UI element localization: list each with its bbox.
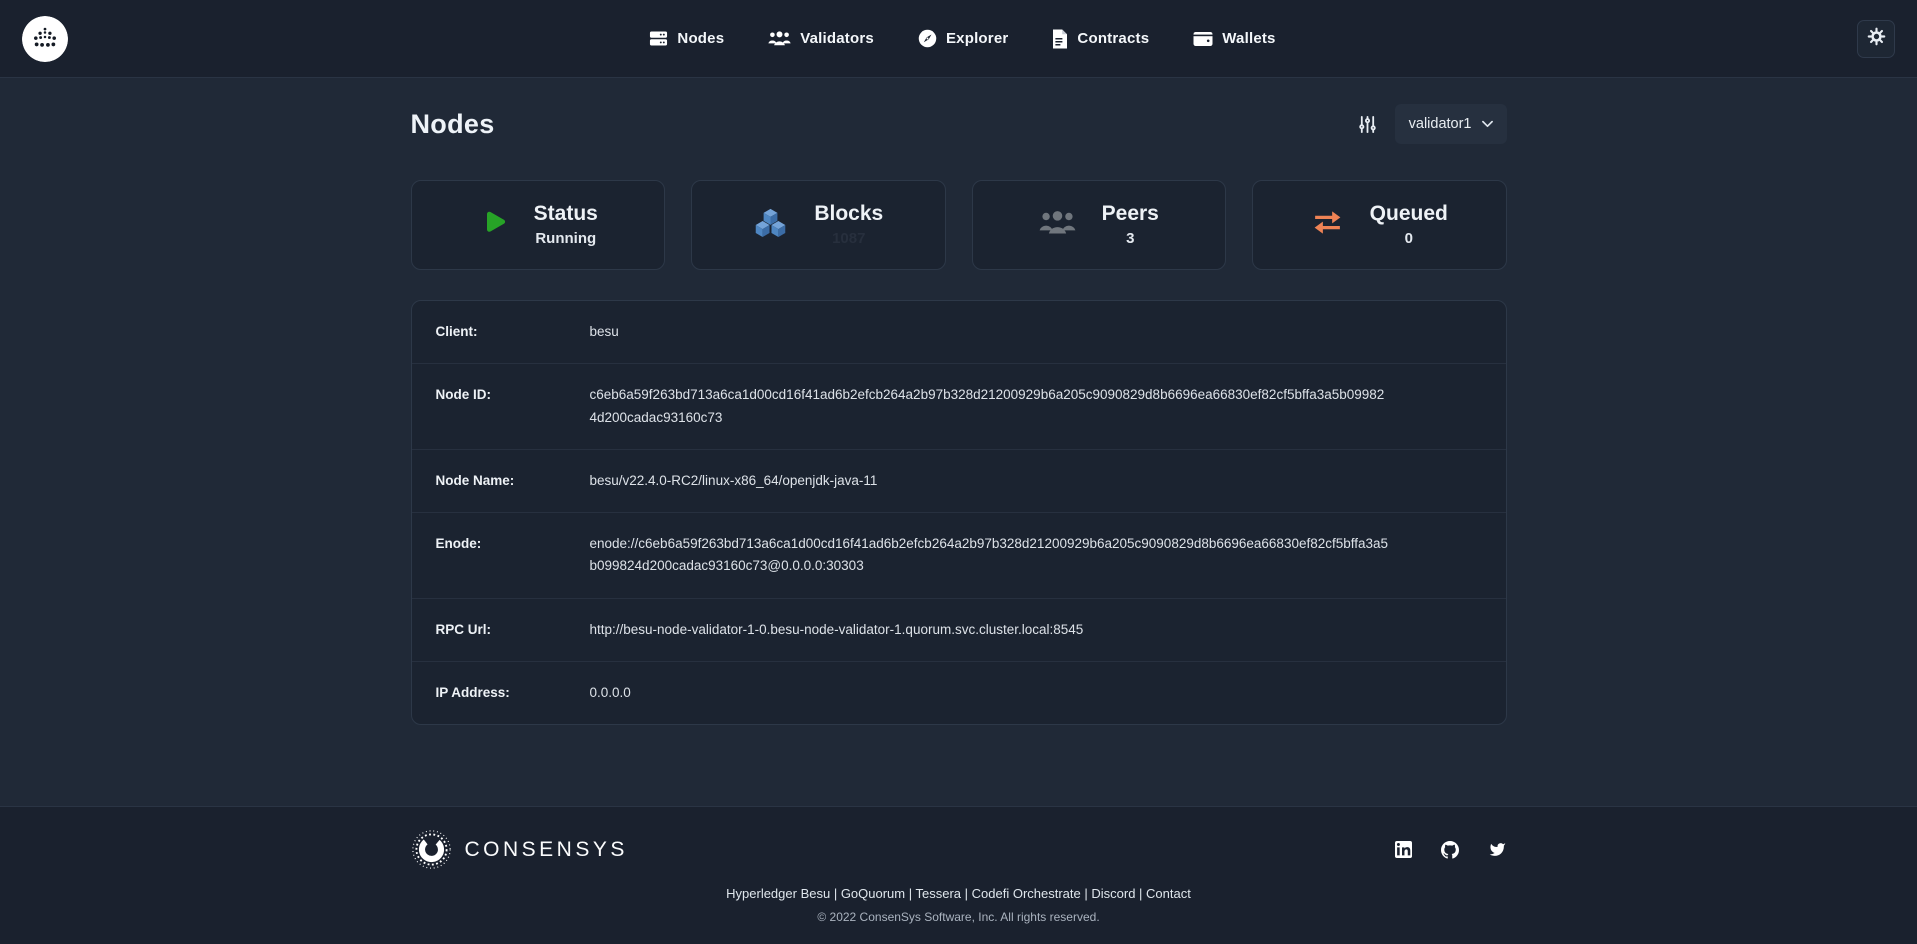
users-icon	[768, 30, 791, 47]
stat-value: 3	[1102, 228, 1159, 251]
consensys-wordmark: CONSENSYS	[465, 838, 628, 862]
settings-button[interactable]	[1857, 20, 1895, 58]
gear-icon	[1867, 27, 1886, 51]
consensys-swirl-icon	[411, 829, 452, 870]
node-selector-dropdown[interactable]: validator1	[1395, 104, 1507, 144]
compass-icon	[918, 29, 937, 48]
twitter-icon[interactable]	[1488, 841, 1507, 858]
table-row-rpc-url: RPC Url: http://besu-node-validator-1-0.…	[412, 598, 1506, 661]
quorum-logo[interactable]	[22, 16, 68, 62]
stat-cards: Status Running Blocks 1087	[411, 180, 1507, 270]
stat-card-queued: Queued 0	[1252, 180, 1507, 270]
play-icon	[478, 208, 508, 243]
row-value: enode://c6eb6a59f263bd713a6ca1d00cd16f41…	[590, 533, 1390, 578]
peers-icon	[1039, 209, 1076, 241]
stat-value: Running	[534, 228, 598, 251]
row-label: RPC Url:	[436, 619, 590, 641]
stat-card-peers: Peers 3	[972, 180, 1227, 270]
nav-item-nodes[interactable]: Nodes	[649, 29, 724, 48]
node-details-table: Client: besu Node ID: c6eb6a59f263bd713a…	[411, 300, 1507, 725]
page-footer: CONSENSYS Hyperledger Besu | GoQuorum | …	[0, 806, 1917, 944]
chevron-down-icon	[1482, 116, 1493, 132]
stat-card-status: Status Running	[411, 180, 666, 270]
stat-value: 0	[1370, 228, 1448, 251]
row-value: besu/v22.4.0-RC2/linux-x86_64/openjdk-ja…	[590, 470, 1390, 492]
top-navbar: Nodes Validators Explorer Contracts Wall…	[0, 0, 1917, 78]
copyright-text: © 2022 ConsenSys Software, Inc. All righ…	[0, 910, 1917, 924]
nav-label: Nodes	[677, 30, 724, 47]
footer-link[interactable]: Discord	[1091, 886, 1135, 901]
nav-label: Validators	[800, 30, 874, 47]
filter-sliders-icon[interactable]	[1358, 115, 1377, 134]
stat-label: Blocks	[814, 200, 883, 228]
nav-item-wallets[interactable]: Wallets	[1193, 30, 1275, 47]
row-value: c6eb6a59f263bd713a6ca1d00cd16f41ad6b2efc…	[590, 384, 1390, 429]
social-links	[1395, 841, 1507, 859]
github-icon[interactable]	[1441, 841, 1459, 859]
stat-label: Status	[534, 200, 598, 228]
row-value: besu	[590, 321, 1390, 343]
stat-card-blocks: Blocks 1087	[691, 180, 946, 270]
node-selector-value: validator1	[1409, 116, 1472, 132]
footer-link[interactable]: Contact	[1146, 886, 1191, 901]
row-label: Node ID:	[436, 384, 590, 406]
wallet-icon	[1193, 31, 1213, 47]
row-value: http://besu-node-validator-1-0.besu-node…	[590, 619, 1390, 641]
row-label: Node Name:	[436, 470, 590, 492]
footer-link[interactable]: Hyperledger Besu	[726, 886, 830, 901]
table-row-enode: Enode: enode://c6eb6a59f263bd713a6ca1d00…	[412, 512, 1506, 598]
row-value: 0.0.0.0	[590, 682, 1390, 704]
stat-label: Queued	[1370, 200, 1448, 228]
footer-links: Hyperledger Besu | GoQuorum | Tessera | …	[0, 886, 1917, 901]
table-row-node-name: Node Name: besu/v22.4.0-RC2/linux-x86_64…	[412, 449, 1506, 512]
exchange-arrows-icon	[1311, 210, 1344, 240]
table-row-client: Client: besu	[412, 301, 1506, 363]
stat-label: Peers	[1102, 200, 1159, 228]
table-row-node-id: Node ID: c6eb6a59f263bd713a6ca1d00cd16f4…	[412, 363, 1506, 449]
nav-item-contracts[interactable]: Contracts	[1052, 29, 1149, 49]
footer-link[interactable]: Tessera	[916, 886, 962, 901]
row-label: Enode:	[436, 533, 590, 555]
nav-label: Explorer	[946, 30, 1008, 47]
nav-item-validators[interactable]: Validators	[768, 30, 874, 47]
main-nav: Nodes Validators Explorer Contracts Wall…	[68, 29, 1857, 49]
table-row-ip-address: IP Address: 0.0.0.0	[412, 661, 1506, 724]
nav-label: Wallets	[1222, 30, 1275, 47]
linkedin-icon[interactable]	[1395, 841, 1412, 858]
row-label: Client:	[436, 321, 590, 343]
page-title: Nodes	[411, 109, 495, 140]
main-content: Nodes validator1 Status	[0, 78, 1917, 806]
footer-link[interactable]: GoQuorum	[841, 886, 905, 901]
cubes-icon	[753, 207, 788, 243]
row-label: IP Address:	[436, 682, 590, 704]
nav-label: Contracts	[1077, 30, 1149, 47]
consensys-logo: CONSENSYS	[411, 829, 628, 870]
stat-value: 1087	[814, 228, 883, 251]
contract-icon	[1052, 29, 1068, 49]
nav-item-explorer[interactable]: Explorer	[918, 29, 1008, 48]
server-icon	[649, 29, 668, 48]
footer-link[interactable]: Codefi Orchestrate	[972, 886, 1081, 901]
